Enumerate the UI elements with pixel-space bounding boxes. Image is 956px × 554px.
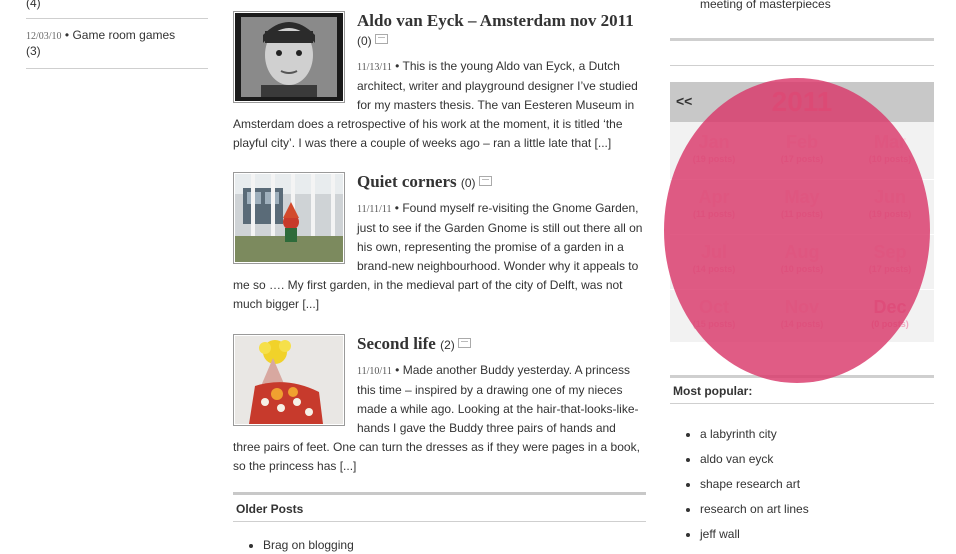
month-name: Nov — [784, 297, 819, 317]
month-name: Jan — [698, 132, 730, 152]
calendar-month-apr[interactable]: Apr (11 posts) — [670, 179, 758, 235]
archive-count: (4) — [26, 0, 41, 10]
month-name: Jun — [873, 187, 906, 207]
archive-count: (3) — [26, 44, 41, 58]
month-name: Feb — [785, 132, 818, 152]
month-name: Jul — [700, 242, 727, 262]
popular-link[interactable]: aldo van eyck — [700, 447, 934, 472]
month-post-count: (11 posts) — [780, 209, 823, 219]
calendar-month-jul[interactable]: Jul (14 posts) — [670, 234, 758, 290]
comment-count[interactable]: (0) — [357, 34, 372, 48]
popular-link[interactable]: jeff wall — [700, 522, 934, 547]
comment-icon[interactable] — [457, 338, 471, 348]
popular-link[interactable]: research on art lines — [700, 497, 934, 522]
post-thumbnail[interactable] — [233, 11, 345, 103]
post-quiet-corners: Quiet corners (0) 11/11/11 • Found mysel… — [233, 172, 646, 314]
post-date: 11/11/11 — [357, 204, 392, 215]
month-post-count: (17 posts) — [868, 264, 912, 274]
archive-calendar: << 2011 Jan (19 posts) Feb (17 posts) Mar (… — [670, 82, 934, 345]
princess-doll-image — [235, 336, 343, 424]
comment-icon[interactable] — [478, 176, 492, 186]
older-posts-widget: Older Posts Brag on blogging — [233, 492, 646, 554]
month-post-count: (0 posts) — [871, 319, 909, 329]
month-name: Oct — [698, 297, 729, 317]
older-posts-heading: Older Posts — [233, 495, 646, 522]
boy-portrait-image — [235, 13, 343, 101]
post-title-text[interactable]: Aldo van Eyck – Amsterdam nov 2011 — [357, 11, 634, 30]
bullet: • — [395, 363, 403, 377]
calendar-month-dec: Dec (0 posts) — [846, 289, 934, 345]
popular-link[interactable]: a labyrinth city — [700, 422, 934, 447]
divider — [26, 68, 208, 69]
post-thumbnail[interactable] — [233, 172, 345, 264]
calendar-month-may[interactable]: May (11 posts) — [758, 179, 846, 235]
most-popular-list: a labyrinth city aldo van eyck shape res… — [670, 422, 934, 547]
month-name: Dec — [873, 297, 907, 317]
comment-count[interactable]: (2) — [440, 338, 455, 352]
divider — [670, 65, 934, 66]
month-post-count: (17 posts) — [780, 154, 824, 164]
month-post-count: (10 posts) — [868, 154, 912, 164]
archive-link[interactable]: Game room games — [72, 28, 175, 42]
divider — [26, 18, 208, 19]
calendar-month-mar[interactable]: Mar (10 posts) — [846, 124, 934, 180]
month-post-count: (11 posts) — [692, 209, 735, 219]
archive-date: 12/03/10 — [26, 31, 62, 42]
calendar-month-aug[interactable]: Aug (10 posts) — [758, 234, 846, 290]
month-name: Sep — [873, 242, 907, 262]
comment-count[interactable]: (0) — [461, 176, 476, 190]
post-date: 11/13/11 — [357, 62, 392, 73]
garden-gnome-image — [235, 174, 343, 262]
older-posts-list: Brag on blogging — [233, 536, 646, 554]
month-name: May — [784, 187, 820, 207]
bullet: • — [395, 59, 403, 73]
calendar-month-jan[interactable]: Jan (19 posts) — [670, 124, 758, 180]
month-post-count: (10 posts) — [780, 264, 824, 274]
calendar-month-feb[interactable]: Feb (17 posts) — [758, 124, 846, 180]
post-date: 11/10/11 — [357, 366, 392, 377]
popular-link[interactable]: shape research art — [700, 472, 934, 497]
comment-icon[interactable] — [374, 34, 388, 44]
month-name: Aug — [784, 242, 820, 262]
most-popular-widget: Most popular: a labyrinth city aldo van … — [670, 375, 934, 547]
calendar-year: 2011 — [771, 86, 833, 117]
most-popular-heading: Most popular: — [670, 378, 934, 404]
post-title-text[interactable]: Second life — [357, 334, 436, 353]
calendar-month-nov[interactable]: Nov (14 posts) — [758, 289, 846, 345]
sidebar-top-link[interactable]: meeting of masterpieces — [700, 0, 831, 11]
calendar-month-oct[interactable]: Oct (15 posts) — [670, 289, 758, 345]
calendar-month-jun[interactable]: Jun (19 posts) — [846, 179, 934, 235]
month-post-count: (14 posts) — [780, 319, 824, 329]
calendar-month-sep[interactable]: Sep (17 posts) — [846, 234, 934, 290]
calendar-header: << 2011 — [670, 82, 934, 122]
month-post-count: (14 posts) — [692, 264, 736, 274]
post-title-text[interactable]: Quiet corners — [357, 172, 457, 191]
month-post-count: (19 posts) — [868, 209, 912, 219]
post-aldo-van-eyck: Aldo van Eyck – Amsterdam nov 2011 (0) 1… — [233, 11, 646, 153]
archive-item[interactable]: 12/03/10 • Game room games (3) — [26, 28, 208, 59]
month-name: Mar — [873, 132, 906, 152]
month-post-count: (15 posts) — [692, 319, 736, 329]
post-second-life: Second life (2) 11/10/11 • Made another … — [233, 334, 646, 476]
divider — [670, 38, 934, 41]
month-post-count: (19 posts) — [692, 154, 736, 164]
older-post-link[interactable]: Brag on blogging — [263, 536, 646, 554]
month-name: Apr — [698, 187, 730, 207]
post-thumbnail[interactable] — [233, 334, 345, 426]
